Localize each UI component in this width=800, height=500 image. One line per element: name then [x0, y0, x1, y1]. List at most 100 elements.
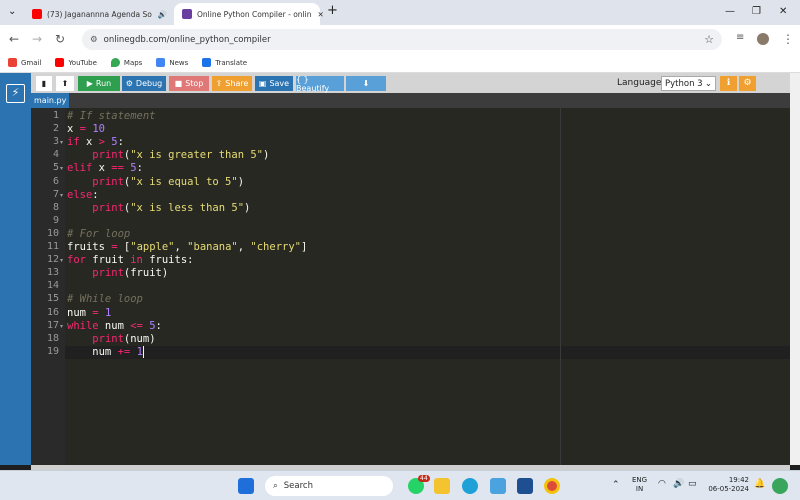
- line-number: 13: [46, 267, 59, 279]
- code-line[interactable]: num = 1: [67, 307, 111, 319]
- line-number: 17: [46, 319, 59, 331]
- code-line[interactable]: # While loop: [67, 293, 143, 305]
- minimize-icon[interactable]: —: [725, 6, 735, 17]
- gmail-icon: [8, 58, 17, 67]
- share-button[interactable]: ⇪ Share: [212, 76, 252, 91]
- download-button[interactable]: ⬇: [346, 76, 386, 91]
- code-line[interactable]: print("x is less than 5"): [67, 202, 250, 214]
- code-line[interactable]: print("x is equal to 5"): [67, 176, 244, 188]
- code-line[interactable]: fruits = ["apple", "banana", "cherry"]: [67, 241, 307, 253]
- search-icon: ⌕: [273, 481, 278, 491]
- upload-icon[interactable]: ⬆: [56, 76, 74, 91]
- code-line[interactable]: # For loop: [67, 228, 130, 240]
- bookmark-maps[interactable]: Maps: [110, 58, 143, 67]
- site-info-icon[interactable]: ⚙: [90, 35, 98, 45]
- bookmarks-bar: Gmail YouTube Maps News Translate: [0, 53, 800, 73]
- tab-main-py[interactable]: main.py: [31, 93, 69, 108]
- clock[interactable]: 19:42 06-05-2024: [707, 476, 749, 494]
- tab-onlinegdb[interactable]: Online Python Compiler - onlin ✕: [174, 3, 324, 25]
- tab-title: Online Python Compiler - onlin: [197, 9, 312, 19]
- stop-button[interactable]: ■ Stop: [169, 76, 209, 91]
- taskbar-search[interactable]: ⌕ Search: [265, 476, 393, 496]
- menu-icon[interactable]: ⋮: [782, 32, 794, 46]
- bookmark-translate[interactable]: Translate: [202, 58, 247, 67]
- tab-list-icon[interactable]: ⌄: [8, 6, 16, 17]
- code-line[interactable]: print(fruit): [67, 267, 168, 279]
- line-number: 5: [52, 162, 59, 174]
- code-line[interactable]: for fruit in fruits:: [67, 254, 193, 266]
- beautify-button[interactable]: { } Beautify: [296, 74, 344, 93]
- news-icon: [156, 58, 166, 67]
- code-line[interactable]: print("x is greater than 5"): [67, 149, 269, 161]
- beautify-label: { } Beautify: [296, 74, 330, 93]
- save-button[interactable]: ▣ Save: [255, 76, 293, 91]
- debug-label: Debug: [135, 79, 163, 88]
- bookmark-news[interactable]: News: [156, 58, 188, 67]
- avatar[interactable]: [757, 33, 769, 45]
- language-select[interactable]: Python 3 ⌄: [661, 76, 716, 91]
- url-field[interactable]: ⚙ onlinegdb.com/online_python_compiler ☆: [82, 29, 722, 50]
- code-line[interactable]: x = 10: [67, 123, 105, 135]
- fold-toggle-icon[interactable]: ▾: [60, 257, 63, 264]
- code-line[interactable]: else:: [67, 189, 99, 201]
- notification-badge: 44: [418, 475, 430, 482]
- reload-icon[interactable]: ↻: [55, 32, 65, 46]
- code-line[interactable]: # If statement: [67, 110, 156, 122]
- chrome-icon[interactable]: [544, 478, 560, 494]
- fold-toggle-icon[interactable]: ▾: [60, 165, 63, 172]
- media-icon[interactable]: ≡: [736, 32, 744, 43]
- speaker-icon[interactable]: 🔊: [158, 10, 167, 19]
- save-icon: ▣: [258, 79, 267, 88]
- language-label: Language: [617, 78, 662, 88]
- tab-youtube[interactable]: (73) Jaganannna Agenda So 🔊 ✕: [24, 3, 180, 25]
- code-line[interactable]: while num <= 5:: [67, 320, 162, 332]
- new-tab-button[interactable]: +: [327, 3, 338, 18]
- language-code: ENG: [632, 476, 648, 484]
- edge-icon[interactable]: [462, 478, 478, 494]
- volume-icon[interactable]: 🔊: [673, 479, 684, 489]
- maximize-icon[interactable]: ❐: [752, 6, 761, 17]
- windows-taskbar: ⌕ Search 44 ⌃ ENG IN ◠ 🔊 ▭ 19:42 06-05-2…: [0, 470, 800, 500]
- store-icon[interactable]: [517, 478, 533, 494]
- info-icon[interactable]: ℹ: [720, 76, 737, 91]
- close-window-icon[interactable]: ✕: [779, 6, 787, 17]
- code-line[interactable]: num += 1: [67, 346, 143, 358]
- forward-icon[interactable]: →: [32, 32, 42, 46]
- bookmark-star-icon[interactable]: ☆: [704, 33, 714, 46]
- share-label: Share: [225, 79, 249, 88]
- language-indicator[interactable]: ENG IN: [632, 476, 647, 494]
- vertical-scrollbar[interactable]: [790, 73, 800, 465]
- bookmark-label: Maps: [123, 58, 143, 67]
- wifi-icon[interactable]: ◠: [658, 479, 666, 489]
- fold-toggle-icon[interactable]: ▾: [60, 323, 63, 330]
- run-button[interactable]: ▶ Run: [78, 76, 120, 91]
- back-icon[interactable]: ←: [9, 32, 19, 46]
- bookmark-gmail[interactable]: Gmail: [8, 58, 41, 67]
- debug-button[interactable]: ⚙ Debug: [122, 76, 166, 91]
- clock-date: 06-05-2024: [708, 485, 749, 493]
- bookmark-youtube[interactable]: YouTube: [55, 58, 97, 67]
- line-number: 14: [46, 280, 59, 292]
- code-line[interactable]: print(num): [67, 333, 155, 345]
- code-editor[interactable]: # If statement x = 10 if x > 5: print("x i…: [65, 108, 790, 465]
- stop-icon: ■: [174, 79, 183, 88]
- close-icon[interactable]: ✕: [317, 10, 323, 19]
- clock-time: 19:42: [728, 476, 749, 484]
- fold-toggle-icon[interactable]: ▾: [60, 139, 63, 146]
- file-icon[interactable]: ▮: [36, 76, 52, 91]
- gear-icon[interactable]: ⚙: [739, 76, 756, 91]
- code-line[interactable]: if x > 5:: [67, 136, 124, 148]
- file-explorer-icon[interactable]: [434, 478, 450, 494]
- code-line[interactable]: elif x == 5:: [67, 162, 143, 174]
- copilot-icon[interactable]: [772, 478, 788, 494]
- bell-icon[interactable]: 🔔: [754, 479, 765, 489]
- lightning-icon[interactable]: ⚡: [6, 84, 25, 103]
- run-label: Run: [95, 79, 112, 88]
- battery-icon[interactable]: ▭: [688, 479, 697, 489]
- start-icon[interactable]: [238, 478, 254, 494]
- chevron-up-icon[interactable]: ⌃: [612, 480, 620, 490]
- line-number: 12: [46, 254, 59, 266]
- fold-toggle-icon[interactable]: ▾: [60, 192, 63, 199]
- current-line-highlight: [65, 345, 790, 359]
- mail-icon[interactable]: [490, 478, 506, 494]
